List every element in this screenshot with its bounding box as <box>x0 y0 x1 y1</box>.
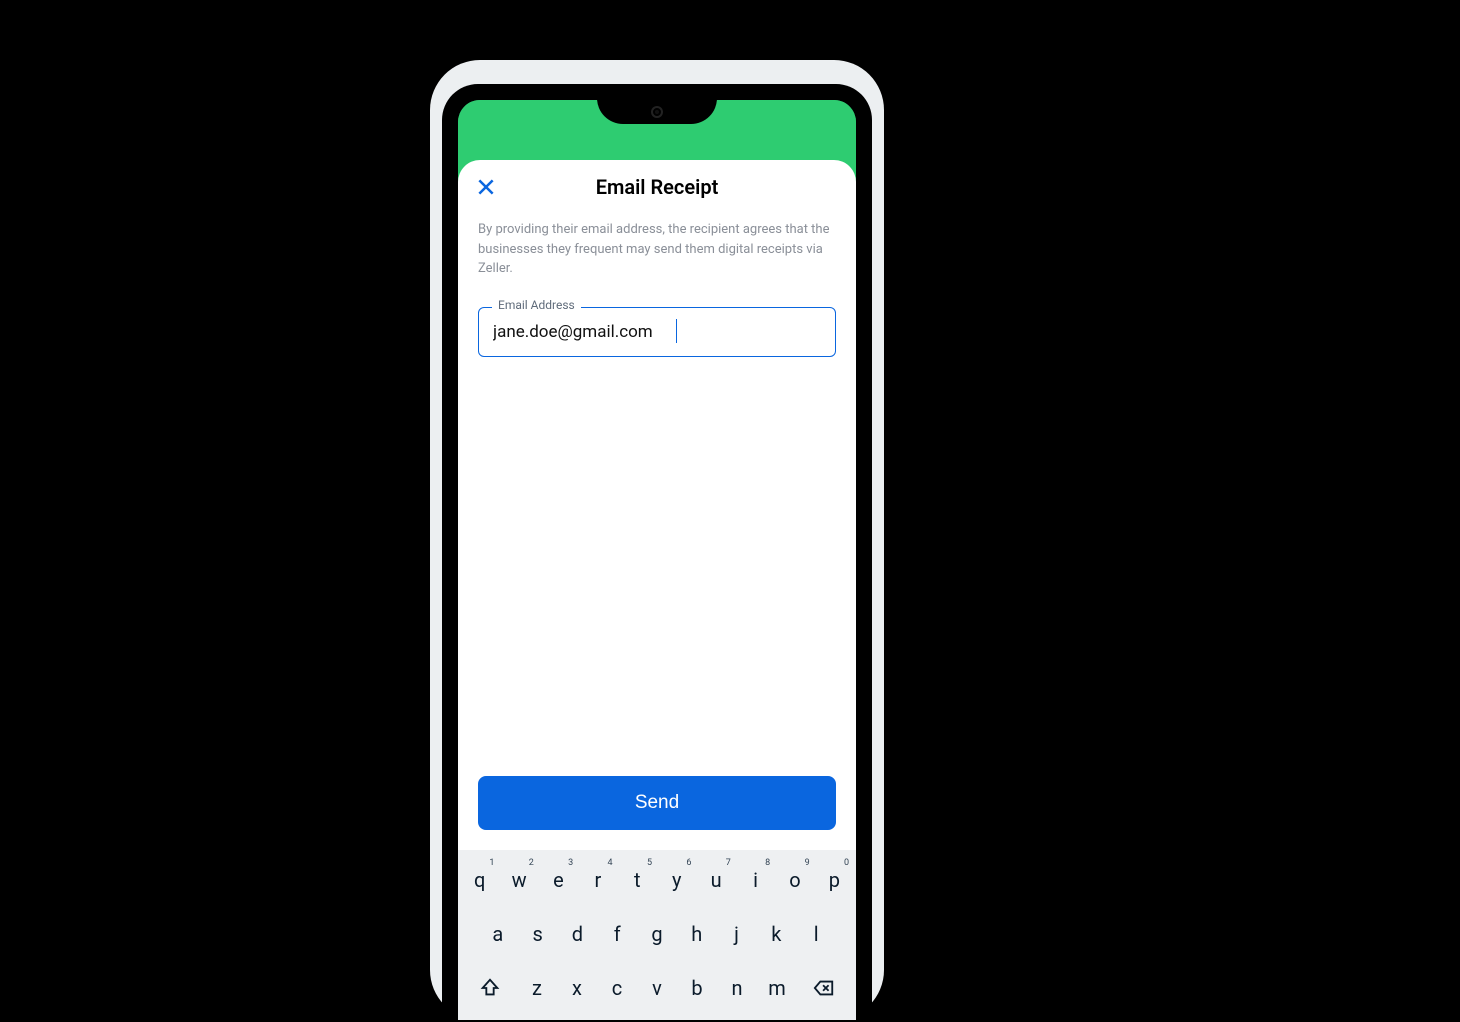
key-i[interactable]: i8 <box>738 858 773 902</box>
email-input[interactable] <box>478 307 836 357</box>
key-m[interactable]: m <box>759 966 795 1010</box>
on-screen-keyboard: q1 w2 e3 r4 t5 y6 u7 i8 o9 p0 a <box>458 850 856 1020</box>
key-u[interactable]: u7 <box>698 858 733 902</box>
key-z[interactable]: z <box>519 966 555 1010</box>
key-e[interactable]: e3 <box>541 858 576 902</box>
key-q[interactable]: q1 <box>462 858 497 902</box>
key-j[interactable]: j <box>719 912 755 956</box>
backspace-icon <box>813 977 835 999</box>
key-h[interactable]: h <box>679 912 715 956</box>
key-f[interactable]: f <box>599 912 635 956</box>
key-a[interactable]: a <box>480 912 516 956</box>
sheet-header: Email Receipt <box>458 160 856 214</box>
key-c[interactable]: c <box>599 966 635 1010</box>
sheet-title: Email Receipt <box>596 175 719 199</box>
close-icon <box>476 177 496 197</box>
phone-frame: Email Receipt By providing their email a… <box>430 60 884 1020</box>
text-cursor <box>676 319 677 343</box>
keyboard-row-2: a s d f g h j k l <box>462 912 852 956</box>
keyboard-row-3: z x c v b n m <box>462 966 852 1010</box>
key-x[interactable]: x <box>559 966 595 1010</box>
key-t[interactable]: t5 <box>620 858 655 902</box>
key-shift[interactable] <box>465 966 515 1010</box>
key-l[interactable]: l <box>798 912 834 956</box>
key-y[interactable]: y6 <box>659 858 694 902</box>
key-backspace[interactable] <box>799 966 849 1010</box>
shift-icon <box>479 977 501 999</box>
key-n[interactable]: n <box>719 966 755 1010</box>
key-g[interactable]: g <box>639 912 675 956</box>
sheet-body: By providing their email address, the re… <box>458 214 856 850</box>
key-w[interactable]: w2 <box>501 858 536 902</box>
key-o[interactable]: o9 <box>777 858 812 902</box>
phone-notch <box>597 100 717 124</box>
email-field-label: Email Address <box>492 298 581 312</box>
close-button[interactable] <box>472 173 500 201</box>
key-b[interactable]: b <box>679 966 715 1010</box>
email-field-wrap: Email Address <box>478 307 836 357</box>
stage: Email Receipt By providing their email a… <box>0 0 1460 1022</box>
phone-bezel: Email Receipt By providing their email a… <box>442 84 872 1020</box>
key-s[interactable]: s <box>520 912 556 956</box>
send-button[interactable]: Send <box>478 776 836 830</box>
keyboard-row-1: q1 w2 e3 r4 t5 y6 u7 i8 o9 p0 <box>462 858 852 902</box>
key-p[interactable]: p0 <box>817 858 852 902</box>
email-receipt-sheet: Email Receipt By providing their email a… <box>458 160 856 1020</box>
key-r[interactable]: r4 <box>580 858 615 902</box>
disclaimer-text: By providing their email address, the re… <box>478 220 836 279</box>
key-d[interactable]: d <box>560 912 596 956</box>
key-v[interactable]: v <box>639 966 675 1010</box>
phone-screen: Email Receipt By providing their email a… <box>458 100 856 1020</box>
camera-icon <box>651 106 663 118</box>
key-k[interactable]: k <box>758 912 794 956</box>
